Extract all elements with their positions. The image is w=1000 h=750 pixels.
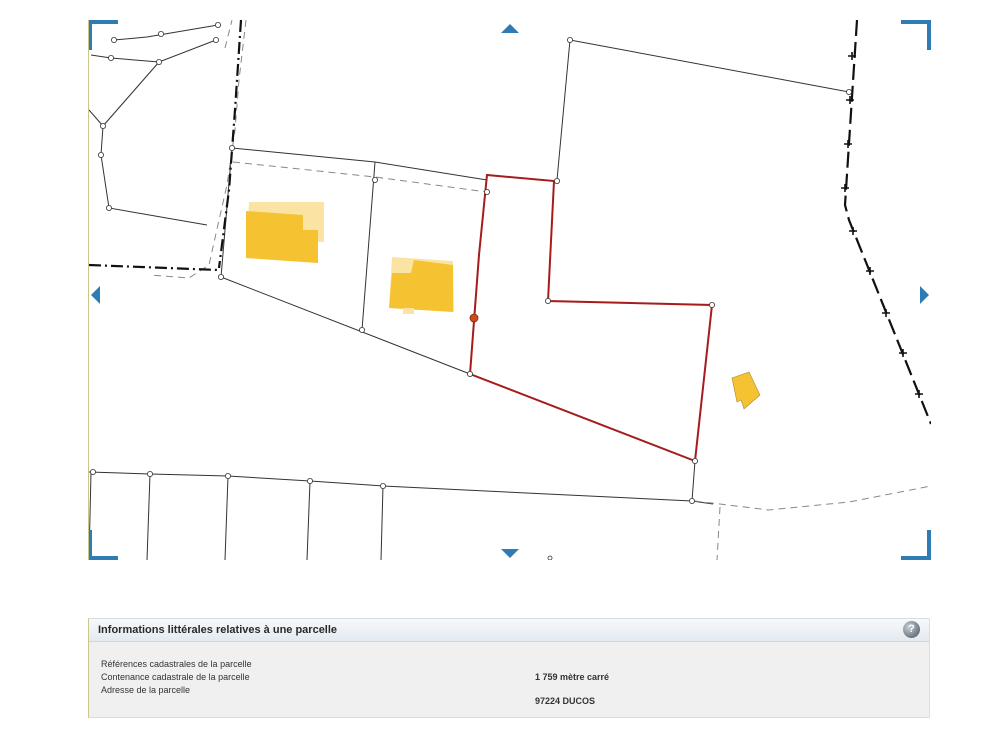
pan-right-arrow-icon[interactable] [920, 286, 929, 304]
frame-corner-icon [901, 530, 931, 560]
map-canvas[interactable] [89, 20, 931, 560]
parcel-address-label: Adresse de la parcelle [101, 685, 191, 695]
parcel-info-panel: Informations littérales relatives à une … [88, 618, 930, 718]
boundary-crosses [841, 52, 923, 398]
location-marker-icon[interactable] [469, 313, 479, 323]
panel-header: Informations littérales relatives à une … [89, 619, 929, 642]
pan-up-arrow-icon[interactable] [501, 24, 519, 33]
selected-parcel-outline[interactable] [468, 173, 714, 463]
pan-left-arrow-icon[interactable] [91, 286, 100, 304]
buildings [246, 202, 761, 410]
dashed-lines [148, 20, 931, 560]
section-boundary [843, 20, 931, 425]
frame-corner-icon [89, 20, 118, 50]
cadastral-area-label: Contenance cadastrale de la parcelle [101, 672, 250, 682]
frame-corner-icon [901, 20, 931, 50]
cadastral-map[interactable] [88, 20, 931, 560]
frame-corner-icon [89, 530, 118, 560]
help-icon[interactable]: ? [903, 621, 920, 638]
parcel-address-value: 97224 DUCOS [535, 696, 596, 706]
cadastral-area-value: 1 759 mètre carré [535, 672, 610, 682]
pan-down-arrow-icon[interactable] [501, 549, 519, 558]
panel-title: Informations littérales relatives à une … [98, 624, 338, 636]
vertex-markers [90, 22, 853, 560]
parcel-lines [89, 24, 850, 560]
cadastral-reference-label: Références cadastrales de la parcelle [101, 659, 252, 669]
